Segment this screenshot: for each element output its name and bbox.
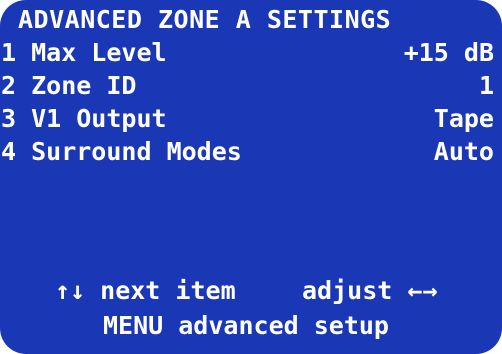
menu-item-label: 1 Max Level bbox=[1, 38, 167, 67]
menu-item-surround-modes[interactable]: 4 Surround Modes Auto bbox=[0, 137, 494, 167]
menu-item-value: Auto bbox=[433, 137, 494, 166]
menu-item-value: 1 bbox=[478, 71, 494, 100]
menu-item-label: 2 Zone ID bbox=[1, 71, 137, 100]
menu-item-value: +15 dB bbox=[403, 38, 494, 67]
osd-screen: ADVANCED ZONE A SETTINGS 1 Max Level +15… bbox=[0, 0, 502, 354]
menu-advanced-setup-hint: MENU advanced setup bbox=[103, 311, 389, 340]
menu-item-value: Tape bbox=[433, 104, 494, 133]
menu-item-label: 3 V1 Output bbox=[1, 104, 167, 133]
menu-item-label: 4 Surround Modes bbox=[1, 137, 242, 166]
menu-item-zone-id[interactable]: 2 Zone ID 1 bbox=[0, 71, 494, 101]
screen-title: ADVANCED ZONE A SETTINGS bbox=[18, 5, 392, 34]
menu-item-max-level[interactable]: 1 Max Level +15 dB bbox=[0, 38, 494, 68]
next-item-hint: ↑↓ next item bbox=[55, 276, 236, 305]
adjust-hint: adjust ←→ bbox=[302, 276, 438, 305]
menu-item-v1-output[interactable]: 3 V1 Output Tape bbox=[0, 104, 494, 134]
